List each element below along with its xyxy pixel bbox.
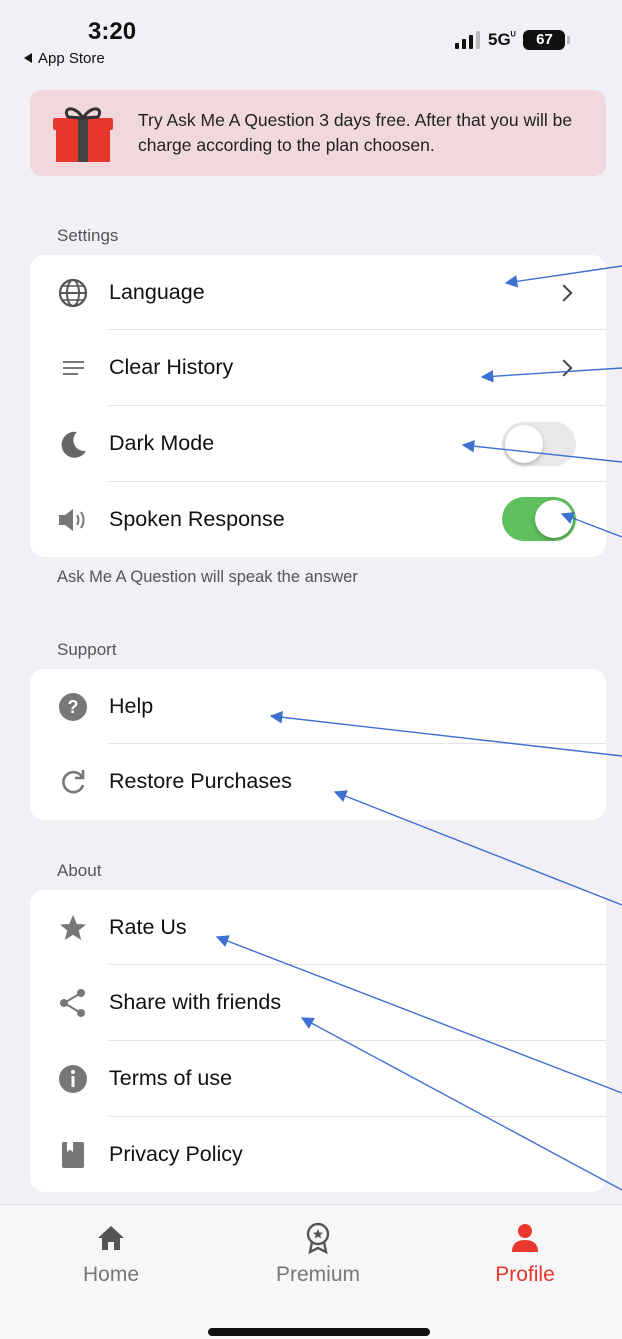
chevron-right-icon bbox=[555, 284, 573, 301]
dark-mode-toggle[interactable] bbox=[502, 422, 576, 466]
settings-card: Language Clear History Dark Mode Spoken … bbox=[30, 255, 606, 557]
tab-profile-label: Profile bbox=[495, 1263, 555, 1286]
status-time: 3:20 bbox=[88, 18, 137, 45]
about-header: About bbox=[57, 861, 102, 880]
back-arrow-icon bbox=[24, 53, 32, 63]
tab-profile[interactable]: Profile bbox=[455, 1221, 595, 1287]
about-item-privacy-policy[interactable]: Privacy Policy bbox=[30, 1117, 606, 1192]
svg-text:?: ? bbox=[68, 697, 79, 717]
signal-icon bbox=[455, 31, 480, 49]
tab-premium[interactable]: Premium bbox=[248, 1221, 388, 1287]
settings-item-language[interactable]: Language bbox=[30, 255, 606, 330]
moon-icon bbox=[61, 431, 86, 458]
back-label: App Store bbox=[38, 50, 105, 67]
tab-home[interactable]: Home bbox=[41, 1221, 181, 1287]
speaker-icon bbox=[59, 508, 85, 531]
status-bar: 3:20 App Store 5Gᵁ 67 bbox=[0, 0, 622, 80]
about-item-terms-of-use[interactable]: Terms of use bbox=[30, 1041, 606, 1116]
gift-icon bbox=[53, 107, 113, 162]
home-icon bbox=[98, 1226, 124, 1250]
restore-purchases-label: Restore Purchases bbox=[109, 769, 292, 793]
spoken-response-label: Spoken Response bbox=[109, 507, 285, 531]
star-icon bbox=[60, 914, 86, 940]
spoken-response-footnote: Ask Me A Question will speak the answer bbox=[57, 568, 358, 586]
share-with-friends-label: Share with friends bbox=[109, 990, 282, 1014]
support-item-restore-purchases[interactable]: Restore Purchases bbox=[30, 744, 606, 819]
dark-mode-label: Dark Mode bbox=[109, 431, 215, 455]
question-icon: ? bbox=[59, 692, 87, 721]
award-icon bbox=[306, 1222, 330, 1255]
tab-home-label: Home bbox=[82, 1263, 140, 1286]
spoken-response-toggle[interactable] bbox=[502, 497, 576, 541]
settings-item-spoken-response: Spoken Response bbox=[30, 482, 606, 557]
trial-promo-banner[interactable]: Try Ask Me A Question 3 days free. After… bbox=[30, 90, 606, 176]
globe-icon bbox=[58, 278, 88, 307]
back-to-app-store[interactable]: App Store bbox=[24, 50, 105, 67]
info-icon bbox=[59, 1064, 87, 1093]
toggle-knob bbox=[535, 500, 573, 538]
rate-us-label: Rate Us bbox=[109, 915, 187, 939]
refresh-icon bbox=[62, 769, 85, 793]
settings-header: Settings bbox=[57, 226, 119, 245]
settings-item-clear-history[interactable]: Clear History bbox=[30, 330, 606, 405]
privacy-policy-label: Privacy Policy bbox=[109, 1142, 243, 1166]
lines-icon bbox=[63, 360, 84, 375]
toggle-knob bbox=[505, 425, 543, 463]
tab-bar: Home Premium Profile bbox=[0, 1204, 622, 1339]
support-card: ? Help Restore Purchases bbox=[30, 669, 606, 820]
about-item-share-with-friends[interactable]: Share with friends bbox=[30, 965, 606, 1040]
tab-premium-label: Premium bbox=[275, 1263, 360, 1286]
promo-text: Try Ask Me A Question 3 days free. After… bbox=[138, 110, 573, 155]
settings-item-dark-mode: Dark Mode bbox=[30, 406, 606, 481]
support-header: Support bbox=[57, 640, 117, 659]
support-item-help[interactable]: ? Help bbox=[30, 669, 606, 744]
book-icon bbox=[62, 1141, 84, 1168]
network-type: 5Gᵁ bbox=[488, 30, 516, 49]
person-icon bbox=[512, 1224, 538, 1252]
home-indicator bbox=[208, 1328, 430, 1336]
status-indicators: 5Gᵁ 67 bbox=[455, 30, 571, 50]
help-label: Help bbox=[109, 694, 154, 718]
share-icon bbox=[60, 988, 85, 1017]
about-item-rate-us[interactable]: Rate Us bbox=[30, 890, 606, 965]
terms-of-use-label: Terms of use bbox=[109, 1066, 233, 1090]
chevron-right-icon bbox=[555, 359, 573, 376]
battery-icon: 67 bbox=[523, 30, 571, 50]
language-label: Language bbox=[109, 280, 205, 304]
about-card: Rate Us Share with friends Terms of use … bbox=[30, 890, 606, 1192]
clear-history-label: Clear History bbox=[109, 355, 234, 379]
